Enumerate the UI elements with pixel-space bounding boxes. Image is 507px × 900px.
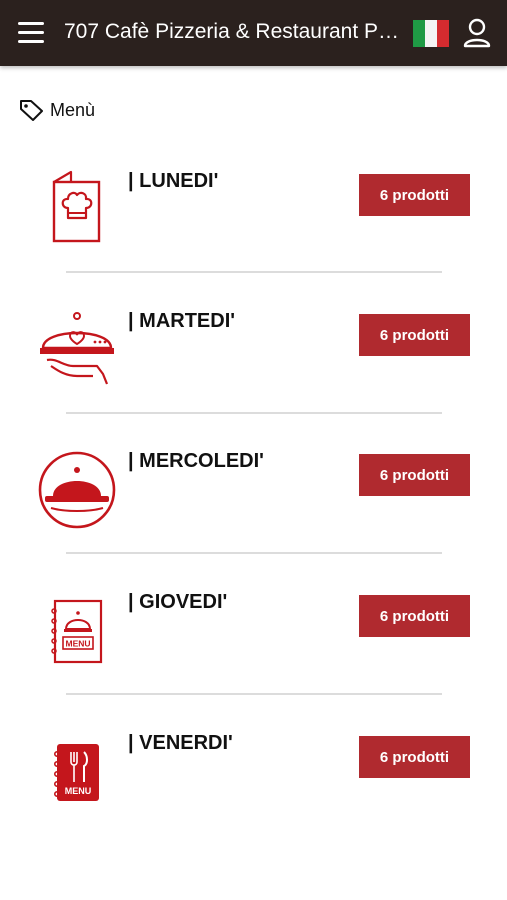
menu-book-cutlery-icon: MENU: [53, 744, 99, 801]
menu-day-label: | MARTEDI': [128, 310, 236, 332]
section-header: Menù: [19, 99, 95, 121]
products-count-button[interactable]: 6 prodotti: [359, 595, 470, 637]
hamburger-icon[interactable]: [18, 22, 44, 44]
menu-notebook-icon: MENU: [51, 599, 103, 664]
menu-day-label: | MERCOLEDI': [128, 450, 264, 472]
products-count-button[interactable]: 6 prodotti: [359, 736, 470, 778]
menu-day-label: | GIOVEDI': [128, 591, 228, 613]
tag-icon: [20, 100, 43, 121]
divider: [66, 552, 442, 554]
products-count-button[interactable]: 6 prodotti: [359, 314, 470, 356]
serving-cloche-hand-icon: [40, 312, 114, 385]
divider: [66, 412, 442, 414]
menu-item-venerdi[interactable]: MENU | VENERDI' 6 prodotti: [0, 712, 507, 853]
app-title: 707 Cafè Pizzeria & Restaurant Prati: [64, 20, 400, 43]
menu-item-lunedi[interactable]: | LUNEDI' 6 prodotti: [0, 150, 507, 291]
products-count-button[interactable]: 6 prodotti: [359, 174, 470, 216]
cloche-circle-icon: [38, 451, 116, 529]
svg-text:MENU: MENU: [65, 639, 90, 649]
italian-flag-icon[interactable]: [413, 20, 449, 47]
divider: [66, 693, 442, 695]
user-icon[interactable]: [463, 18, 491, 48]
svg-text:MENU: MENU: [65, 786, 92, 796]
menu-item-mercoledi[interactable]: | MERCOLEDI' 6 prodotti: [0, 430, 507, 571]
menu-card-chef-hat-icon: [52, 170, 101, 243]
menu-day-label: | VENERDI': [128, 732, 233, 754]
top-app-bar: 707 Cafè Pizzeria & Restaurant Prati: [0, 0, 507, 66]
menu-item-giovedi[interactable]: MENU | GIOVEDI' 6 prodotti: [0, 571, 507, 712]
menu-item-martedi[interactable]: | MARTEDI' 6 prodotti: [0, 290, 507, 431]
divider: [66, 271, 442, 273]
products-count-button[interactable]: 6 prodotti: [359, 454, 470, 496]
section-title: Menù: [50, 99, 96, 120]
menu-day-label: | LUNEDI': [128, 170, 219, 192]
